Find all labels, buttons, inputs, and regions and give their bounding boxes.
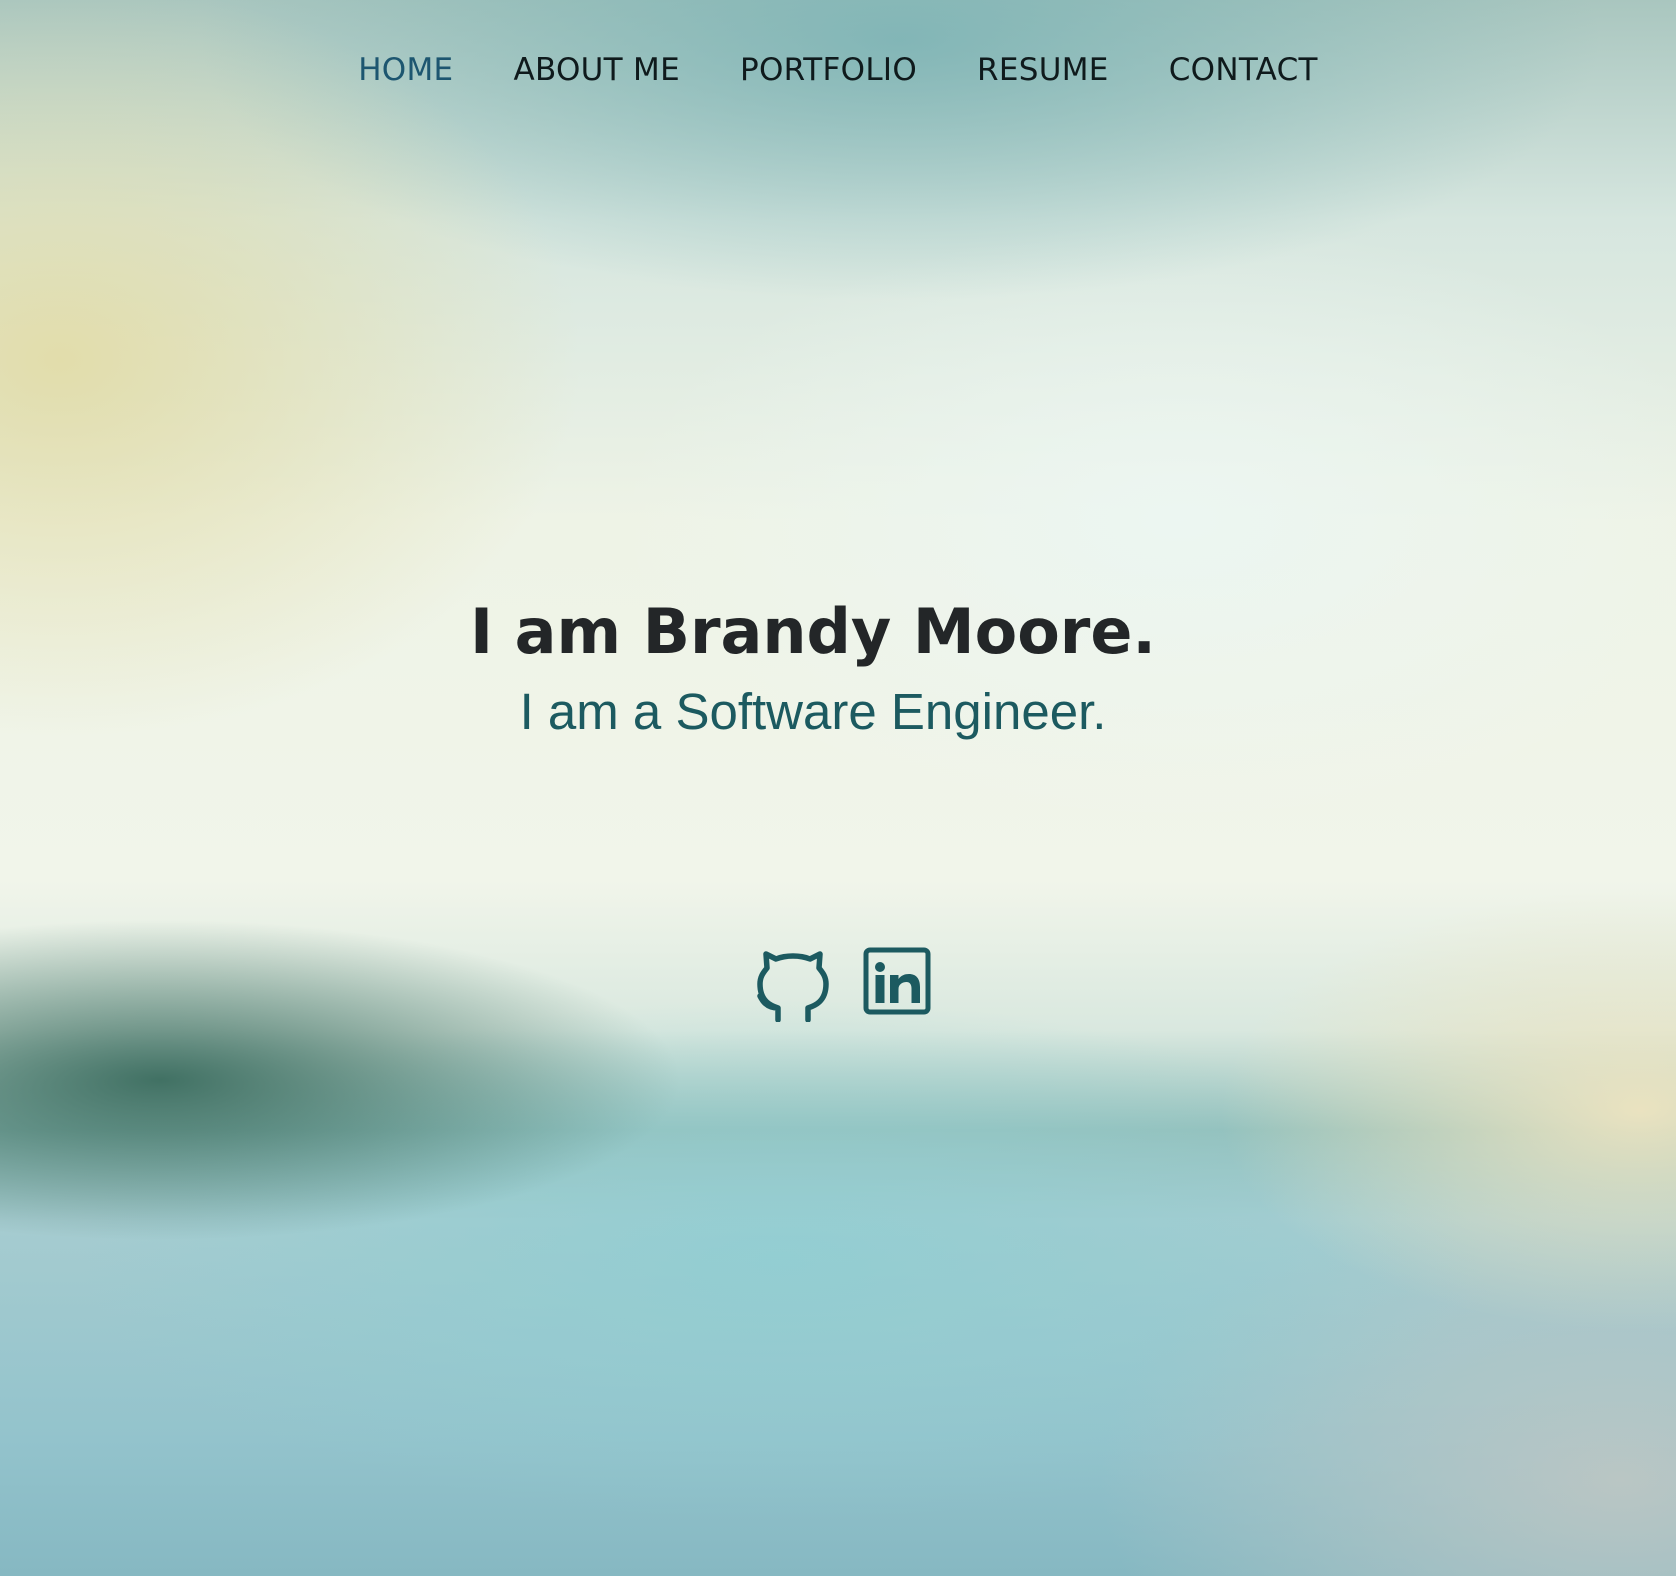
nav-item-home[interactable]: HOME (358, 52, 453, 88)
nav-item-contact[interactable]: CONTACT (1169, 52, 1318, 88)
hero-title: I am Brandy Moore. (470, 595, 1156, 668)
linkedin-link[interactable] (860, 942, 934, 1022)
nav-item-portfolio[interactable]: PORTFOLIO (740, 52, 917, 88)
nav-item-resume[interactable]: RESUME (977, 52, 1109, 88)
nav-item-about-me[interactable]: ABOUT ME (513, 52, 680, 88)
linkedin-icon (863, 947, 931, 1015)
github-link[interactable] (756, 942, 830, 1022)
hero-subtitle: I am a Software Engineer. (519, 683, 1107, 740)
social-links (756, 942, 934, 1022)
github-icon (757, 951, 829, 1022)
main-nav: HOME ABOUT ME PORTFOLIO RESUME CONTACT (0, 52, 1676, 88)
hero-section: I am Brandy Moore. I am a Software Engin… (0, 592, 1626, 744)
page: HOME ABOUT ME PORTFOLIO RESUME CONTACT I… (0, 0, 1676, 1576)
